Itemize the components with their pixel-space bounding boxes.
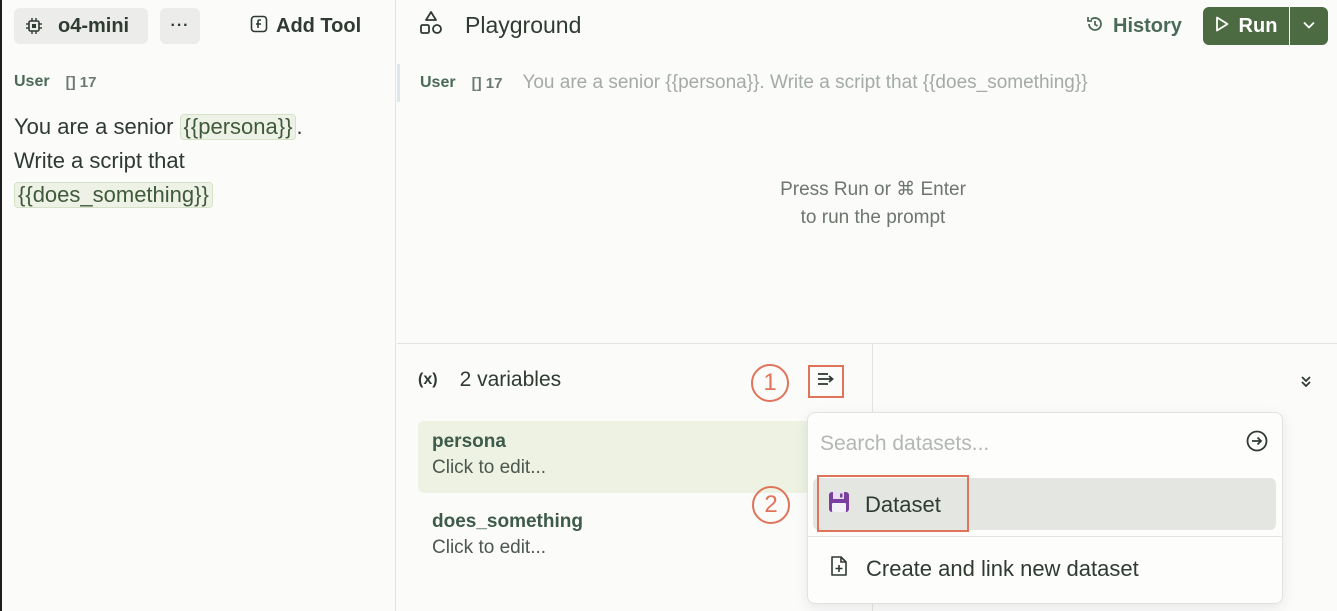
shapes-icon: [419, 10, 443, 41]
variable-value: Click to edit...: [432, 537, 547, 558]
chip-icon: [24, 16, 44, 36]
history-icon: [1085, 14, 1105, 39]
message-preview-row[interactable]: User [] 17 You are a senior {{persona}}.…: [397, 64, 1337, 102]
variable-item-persona[interactable]: persona Click to edit...: [418, 421, 813, 493]
add-tool-label: Add Tool: [276, 14, 362, 37]
variables-header: (x) 2 variables: [418, 368, 561, 392]
run-hint: Press Run or ⌘ Enter to run the prompt: [780, 179, 966, 228]
link-dataset-button[interactable]: [808, 365, 844, 398]
more-options-button[interactable]: ···: [160, 8, 200, 44]
history-label: History: [1113, 14, 1182, 37]
collapse-icon[interactable]: [1296, 372, 1316, 392]
message-role-label: User: [420, 74, 456, 91]
divider: [808, 536, 1282, 537]
dataset-option-label: Dataset: [865, 491, 941, 517]
variable-value: Click to edit...: [432, 457, 547, 478]
token-bracket-icon: []: [471, 74, 482, 92]
dataset-search-input[interactable]: [820, 427, 1240, 461]
model-name: o4-mini: [58, 14, 130, 37]
variable-name: does_something: [432, 511, 583, 532]
history-button[interactable]: History: [1085, 12, 1182, 40]
run-label: Run: [1238, 14, 1278, 37]
floppy-disk-icon: [827, 490, 851, 519]
chevron-down-icon: [1302, 17, 1316, 35]
annotation-step-1: 1: [751, 364, 789, 402]
page-title: Playground: [419, 10, 581, 41]
play-icon: [1215, 15, 1229, 38]
variable-chip-persona: {{persona}}: [179, 114, 297, 140]
annotation-step-2: 2: [752, 486, 790, 524]
dataset-search: [820, 427, 1260, 461]
model-selector[interactable]: o4-mini: [14, 8, 148, 44]
variable-icon: (x): [418, 371, 438, 388]
run-button[interactable]: Run: [1203, 7, 1289, 45]
function-icon: [250, 15, 268, 38]
create-dataset-label: Create and link new dataset: [866, 555, 1139, 581]
dataset-option[interactable]: Dataset: [813, 475, 1276, 532]
variable-name: persona: [432, 431, 506, 452]
playground-header: Playground History Run: [397, 0, 1337, 52]
list-arrow-icon: [817, 372, 835, 391]
dataset-dropdown: Dataset Create and link new dataset: [807, 412, 1283, 604]
add-tool-button[interactable]: Add Tool: [250, 12, 361, 40]
divider: [397, 343, 1337, 344]
message-preview-text: You are a senior {{persona}}. Write a sc…: [522, 72, 1088, 93]
message-role-row: User [] 17: [14, 73, 96, 91]
prompt-textarea[interactable]: You are a senior {{persona}}. Write a sc…: [14, 110, 384, 212]
message-token-count: [] 17: [471, 74, 503, 92]
page-title-label: Playground: [465, 12, 582, 38]
create-dataset-option[interactable]: Create and link new dataset: [830, 555, 1139, 582]
arrow-right-circle-icon[interactable]: [1245, 429, 1269, 453]
variable-chip-does-something: {{does_something}}: [14, 182, 213, 208]
token-count: [] 17: [65, 73, 97, 91]
file-plus-icon: [830, 555, 848, 582]
role-label: User: [14, 73, 50, 90]
variables-count: 2 variables: [459, 368, 562, 391]
prompt-editor-panel: o4-mini ··· Add Tool User [] 17 You are …: [0, 0, 396, 611]
token-bracket-icon: []: [65, 73, 76, 91]
run-options-button[interactable]: [1290, 7, 1328, 45]
